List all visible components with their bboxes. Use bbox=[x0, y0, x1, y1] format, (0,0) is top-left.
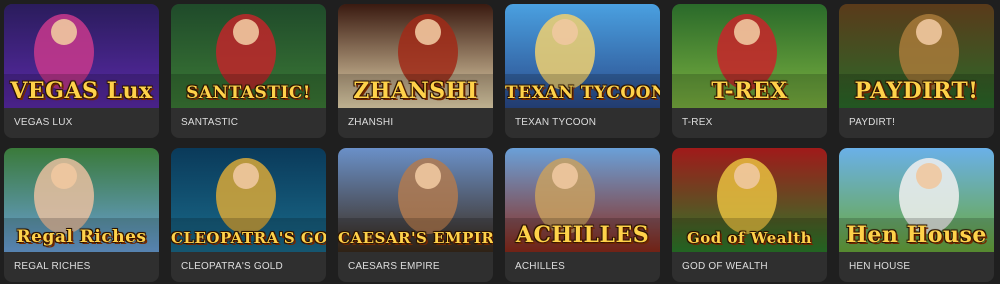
game-card-god-of-wealth[interactable]: God of Wealth GOD OF WEALTH bbox=[672, 148, 827, 282]
game-thumbnail[interactable]: Regal Riches bbox=[4, 148, 159, 252]
game-thumbnail[interactable]: VEGAS Lux bbox=[4, 4, 159, 108]
game-thumbnail[interactable]: SANTASTIC! bbox=[171, 4, 326, 108]
game-thumbnail[interactable]: ZHANSHI bbox=[338, 4, 493, 108]
game-card-texan-tycoon[interactable]: TEXAN TYCOON TEXAN TYCOON bbox=[505, 4, 660, 138]
game-thumbnail[interactable]: PAYDIRT! bbox=[839, 4, 994, 108]
game-logo-text: CLEOPATRA'S GOLD bbox=[171, 229, 326, 247]
game-card-caesars-empire[interactable]: CAESAR'S EMPIRE CAESARS EMPIRE bbox=[338, 148, 493, 282]
game-logo-text: PAYDIRT! bbox=[854, 78, 979, 104]
game-logo-text: VEGAS Lux bbox=[10, 78, 153, 104]
game-card-paydirt[interactable]: PAYDIRT! PAYDIRT! bbox=[839, 4, 994, 138]
game-thumbnail[interactable]: CAESAR'S EMPIRE bbox=[338, 148, 493, 252]
game-logo-text: T-REX bbox=[711, 78, 788, 104]
game-title[interactable]: CAESARS EMPIRE bbox=[338, 252, 493, 282]
game-title[interactable]: T-REX bbox=[672, 108, 827, 138]
game-title[interactable]: TEXAN TYCOON bbox=[505, 108, 660, 138]
game-card-t-rex[interactable]: T-REX T-REX bbox=[672, 4, 827, 138]
game-card-zhanshi[interactable]: ZHANSHI ZHANSHI bbox=[338, 4, 493, 138]
game-title[interactable]: CLEOPATRA'S GOLD bbox=[171, 252, 326, 282]
game-card-santastic[interactable]: SANTASTIC! SANTASTIC bbox=[171, 4, 326, 138]
game-card-hen-house[interactable]: Hen House HEN HOUSE bbox=[839, 148, 994, 282]
game-title[interactable]: PAYDIRT! bbox=[839, 108, 994, 138]
game-thumbnail[interactable]: T-REX bbox=[672, 4, 827, 108]
game-title[interactable]: REGAL RICHES bbox=[4, 252, 159, 282]
game-title[interactable]: HEN HOUSE bbox=[839, 252, 994, 282]
game-thumbnail[interactable]: ACHILLES bbox=[505, 148, 660, 252]
game-card-cleopatra-s-gold[interactable]: CLEOPATRA'S GOLD CLEOPATRA'S GOLD bbox=[171, 148, 326, 282]
game-logo-text: Hen House bbox=[846, 222, 987, 248]
game-title[interactable]: VEGAS LUX bbox=[4, 108, 159, 138]
game-logo-text: ZHANSHI bbox=[353, 78, 478, 104]
game-title[interactable]: ACHILLES bbox=[505, 252, 660, 282]
game-card-regal-riches[interactable]: Regal Riches REGAL RICHES bbox=[4, 148, 159, 282]
game-thumbnail[interactable]: God of Wealth bbox=[672, 148, 827, 252]
game-logo-text: CAESAR'S EMPIRE bbox=[338, 229, 493, 247]
game-logo-text: ACHILLES bbox=[515, 222, 650, 248]
game-title[interactable]: SANTASTIC bbox=[171, 108, 326, 138]
game-logo-text: SANTASTIC! bbox=[186, 83, 311, 103]
game-logo-text: Regal Riches bbox=[16, 227, 147, 247]
games-grid: VEGAS Lux VEGAS LUX SANTASTIC! SANTASTIC ZHA… bbox=[4, 4, 994, 282]
game-card-achilles[interactable]: ACHILLES ACHILLES bbox=[505, 148, 660, 282]
game-logo-text: God of Wealth bbox=[686, 229, 813, 247]
game-thumbnail[interactable]: TEXAN TYCOON bbox=[505, 4, 660, 108]
game-title[interactable]: GOD OF WEALTH bbox=[672, 252, 827, 282]
game-title[interactable]: ZHANSHI bbox=[338, 108, 493, 138]
game-thumbnail[interactable]: Hen House bbox=[839, 148, 994, 252]
game-logo-text: TEXAN TYCOON bbox=[505, 83, 660, 103]
game-card-vegas-lux[interactable]: VEGAS Lux VEGAS LUX bbox=[4, 4, 159, 138]
game-thumbnail[interactable]: CLEOPATRA'S GOLD bbox=[171, 148, 326, 252]
